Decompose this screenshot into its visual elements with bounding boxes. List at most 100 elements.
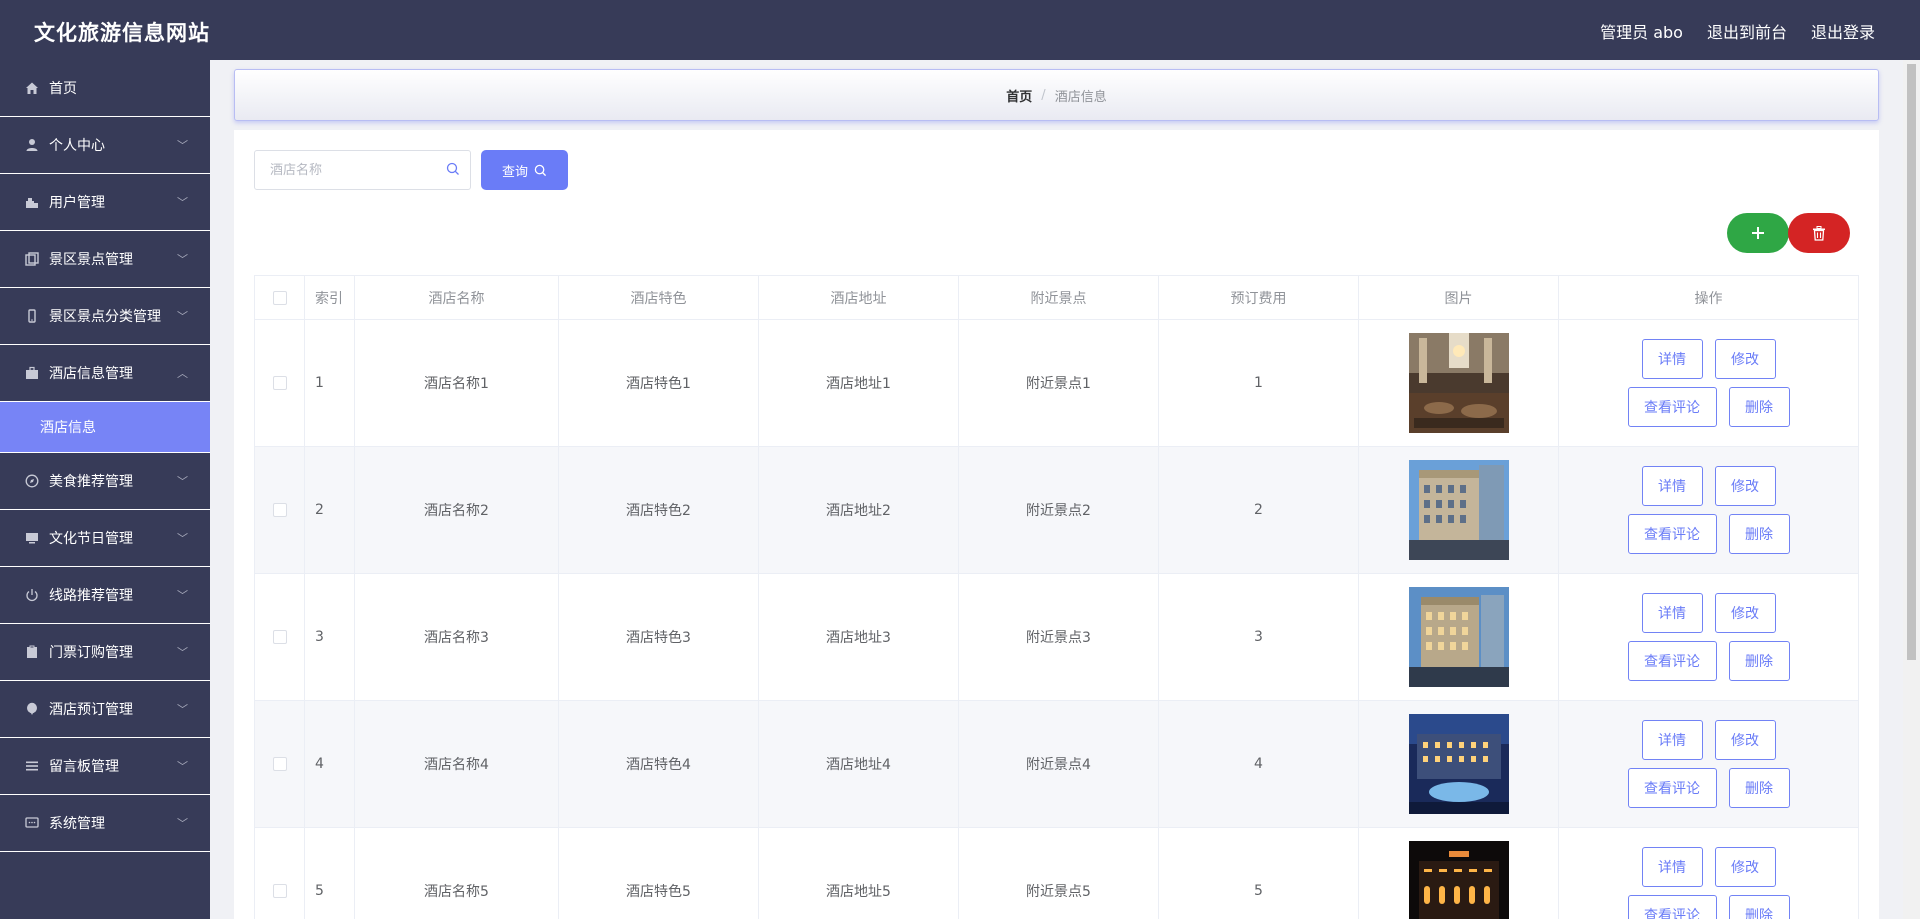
view-comments-button[interactable]: 查看评论 xyxy=(1627,641,1717,681)
booking-fee-cell: 2 xyxy=(1158,446,1359,574)
sidebar-item-label: 系统管理 xyxy=(49,816,105,832)
operations-cell: 详情 修改 查看评论 删除 xyxy=(1558,827,1859,919)
hotel-building-image[interactable] xyxy=(1408,460,1509,560)
list-icon xyxy=(24,758,40,774)
clipboard-icon xyxy=(24,644,40,660)
detail-button[interactable]: 详情 xyxy=(1641,466,1703,506)
sidebar-item-food-management[interactable]: 美食推荐管理 ﹀ xyxy=(0,453,210,510)
chevron-down-icon: ﹀ xyxy=(177,646,188,659)
hotel-name-cell: 酒店名称5 xyxy=(354,827,559,919)
chevron-down-icon: ﹀ xyxy=(177,475,188,488)
sidebar-item-label: 线路推荐管理 xyxy=(49,588,133,604)
hotel-feature-cell: 酒店特色1 xyxy=(558,319,759,447)
delete-button[interactable]: 删除 xyxy=(1728,768,1790,808)
plus-icon xyxy=(1752,227,1764,239)
operations-cell: 详情 修改 查看评论 删除 xyxy=(1558,446,1859,574)
delete-button[interactable]: 删除 xyxy=(1728,514,1790,554)
sidebar-item-ticket-management[interactable]: 门票订购管理 ﹀ xyxy=(0,624,210,681)
booking-fee-cell: 1 xyxy=(1158,319,1359,447)
sidebar-item-hotel-booking-management[interactable]: 酒店预订管理 ﹀ xyxy=(0,681,210,738)
sidebar-item-hotel-info-management[interactable]: 酒店信息管理 ︿ xyxy=(0,345,210,402)
hotel-name-cell: 酒店名称4 xyxy=(354,700,559,828)
row-select-cell xyxy=(254,446,305,574)
sidebar-item-label: 酒店预订管理 xyxy=(49,702,133,718)
operations-cell: 详情 修改 查看评论 删除 xyxy=(1558,573,1859,701)
monitor-icon xyxy=(24,530,40,546)
search-icon xyxy=(446,162,459,175)
edit-button[interactable]: 修改 xyxy=(1714,339,1776,379)
sidebar-item-system-management[interactable]: 系统管理 ﹀ xyxy=(0,795,210,852)
sidebar-item-scenic-management[interactable]: 景区景点管理 ﹀ xyxy=(0,231,210,288)
scrollbar-thumb[interactable] xyxy=(1907,64,1916,660)
operations-cell: 详情 修改 查看评论 删除 xyxy=(1558,700,1859,828)
sidebar-item-label: 美食推荐管理 xyxy=(49,474,133,490)
row-checkbox[interactable] xyxy=(272,884,287,898)
image-cell xyxy=(1358,446,1559,574)
sidebar-item-home[interactable]: 首页 xyxy=(0,60,210,117)
hotel-address-cell: 酒店地址1 xyxy=(758,319,959,447)
delete-button[interactable]: 删除 xyxy=(1728,895,1790,919)
search-icon xyxy=(534,164,547,176)
chevron-down-icon: ﹀ xyxy=(177,532,188,545)
vertical-scrollbar[interactable] xyxy=(1903,60,1920,919)
hotel-name-cell: 酒店名称1 xyxy=(354,319,559,447)
edit-button[interactable]: 修改 xyxy=(1714,593,1776,633)
content-panel: 查询 索引 酒店名称 酒店特色 酒店地址 附近景点 预订费用 xyxy=(234,130,1879,919)
view-comments-button[interactable]: 查看评论 xyxy=(1627,514,1717,554)
batch-delete-button[interactable] xyxy=(1788,213,1850,253)
detail-button[interactable]: 详情 xyxy=(1641,593,1703,633)
edit-button[interactable]: 修改 xyxy=(1714,720,1776,760)
sidebar-item-route-management[interactable]: 线路推荐管理 ﹀ xyxy=(0,567,210,624)
hotel-info-table: 索引 酒店名称 酒店特色 酒店地址 附近景点 预订费用 图片 操作 1 酒店名称… xyxy=(254,275,1859,919)
query-button-label: 查询 xyxy=(501,164,528,180)
detail-button[interactable]: 详情 xyxy=(1641,339,1703,379)
breadcrumb-home[interactable]: 首页 xyxy=(1006,86,1032,105)
hotel-night-image[interactable] xyxy=(1408,714,1509,814)
edit-button[interactable]: 修改 xyxy=(1714,847,1776,887)
delete-button[interactable]: 删除 xyxy=(1728,641,1790,681)
breadcrumb-separator: / xyxy=(1041,87,1046,103)
hotel-building-image[interactable] xyxy=(1408,587,1509,687)
hotel-name-cell: 酒店名称2 xyxy=(354,446,559,574)
sidebar-subitem-hotel-info[interactable]: 酒店信息 xyxy=(0,402,210,453)
detail-button[interactable]: 详情 xyxy=(1641,720,1703,760)
row-checkbox[interactable] xyxy=(272,376,287,390)
nearby-scenic-cell: 附近景点2 xyxy=(958,446,1159,574)
row-checkbox[interactable] xyxy=(272,757,287,771)
image-cell xyxy=(1358,573,1559,701)
table-row: 4 酒店名称4 酒店特色4 酒店地址4 附近景点4 4 详情 修改 查看评论 删… xyxy=(254,700,1859,828)
briefcase-icon xyxy=(24,365,40,381)
view-comments-button[interactable]: 查看评论 xyxy=(1627,895,1717,919)
detail-button[interactable]: 详情 xyxy=(1641,847,1703,887)
sidebar-item-label: 酒店信息管理 xyxy=(49,366,133,382)
column-header: 酒店名称 xyxy=(354,275,559,320)
view-comments-button[interactable]: 查看评论 xyxy=(1627,387,1717,427)
hotel-name-search-input[interactable] xyxy=(255,151,470,189)
column-header: 酒店特色 xyxy=(558,275,759,320)
delete-button[interactable]: 删除 xyxy=(1728,387,1790,427)
row-checkbox[interactable] xyxy=(272,503,287,517)
hotel-lobby-image[interactable] xyxy=(1408,333,1509,433)
sidebar-item-message-board-management[interactable]: 留言板管理 ﹀ xyxy=(0,738,210,795)
logout-link[interactable]: 退出登录 xyxy=(1811,19,1875,43)
view-comments-button[interactable]: 查看评论 xyxy=(1627,768,1717,808)
row-checkbox[interactable] xyxy=(272,630,287,644)
sidebar-item-user-management[interactable]: 用户管理 ﹀ xyxy=(0,174,210,231)
add-button[interactable] xyxy=(1727,213,1789,253)
sidebar-item-personal-center[interactable]: 个人中心 ﹀ xyxy=(0,117,210,174)
to-frontend-link[interactable]: 退出到前台 xyxy=(1707,19,1787,43)
row-select-cell xyxy=(254,827,305,919)
sidebar-item-label: 首页 xyxy=(49,81,77,97)
chevron-up-icon: ︿ xyxy=(177,367,188,380)
hotel-facade-image[interactable] xyxy=(1408,841,1509,919)
image-cell xyxy=(1358,319,1559,447)
edit-button[interactable]: 修改 xyxy=(1714,466,1776,506)
sidebar-item-scenic-category-management[interactable]: 景区景点分类管理 ﹀ xyxy=(0,288,210,345)
query-button[interactable]: 查询 xyxy=(481,150,568,190)
sidebar-item-festival-management[interactable]: 文化节日管理 ﹀ xyxy=(0,510,210,567)
booking-fee-cell: 3 xyxy=(1158,573,1359,701)
row-select-cell xyxy=(254,319,305,447)
column-header: 操作 xyxy=(1558,275,1859,320)
select-all-checkbox[interactable] xyxy=(272,290,287,305)
chevron-down-icon: ﹀ xyxy=(177,310,188,323)
